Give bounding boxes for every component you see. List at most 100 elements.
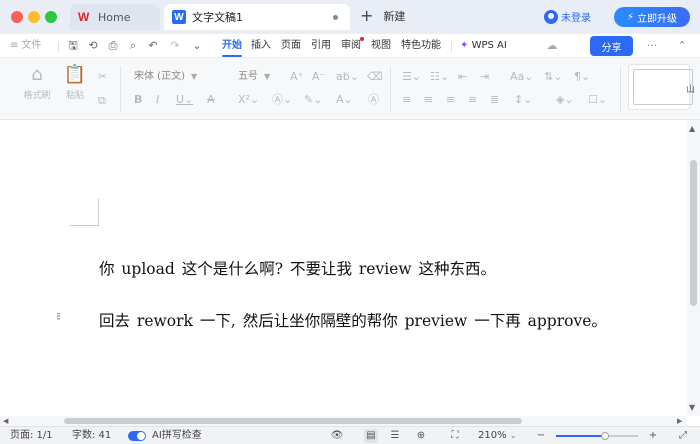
new-tab-button[interactable]: + 新建 bbox=[360, 8, 405, 24]
highlight-icon[interactable]: ✎⌄ bbox=[304, 93, 322, 107]
copy-icon[interactable]: ⧉ bbox=[98, 94, 106, 108]
spellcheck-toggle[interactable] bbox=[128, 431, 146, 441]
format-painter-button[interactable]: ⌂ 格式刷 bbox=[20, 64, 54, 101]
zoom-slider-handle[interactable] bbox=[601, 432, 610, 440]
distributed-icon[interactable]: ≣ bbox=[490, 93, 499, 107]
tab-document[interactable]: W 文字文稿1 bbox=[164, 4, 350, 30]
divider bbox=[620, 66, 621, 112]
title-bar: W Home W 文字文稿1 + 新建 未登录 ⚡ 立即升级 bbox=[0, 0, 700, 34]
font-size-select[interactable]: 五号 ▼ bbox=[238, 69, 278, 85]
menu-item-view[interactable]: 视图 bbox=[371, 39, 391, 53]
undo-icon[interactable]: ↶ bbox=[146, 39, 160, 53]
align-left-icon[interactable]: ≡ bbox=[402, 93, 411, 107]
vertical-scroll-thumb[interactable] bbox=[690, 160, 697, 306]
font-name-select[interactable]: 宋体 (正文) ▼ bbox=[134, 69, 230, 85]
vertical-scrollbar[interactable]: ▲ ▼ bbox=[687, 120, 700, 416]
text-effect-icon[interactable]: Ⓐ⌄ bbox=[272, 93, 292, 107]
scroll-left-icon[interactable]: ◀ bbox=[3, 416, 8, 426]
wps-ai-button[interactable]: ✦ WPS AI bbox=[460, 39, 507, 53]
cloud-sync-icon[interactable]: ⟲ bbox=[86, 39, 100, 53]
save-icon[interactable]: 🖫 bbox=[66, 39, 80, 53]
shading-icon[interactable]: ◈⌄ bbox=[556, 93, 574, 107]
align-center-icon[interactable]: ≡ bbox=[424, 93, 433, 107]
bullet-list-icon[interactable]: ☰⌄ bbox=[402, 70, 421, 84]
fullscreen-icon[interactable]: ⤢ bbox=[676, 429, 690, 443]
web-view-icon[interactable]: ⊕ bbox=[414, 429, 428, 443]
menu-item-page[interactable]: 页面 bbox=[281, 39, 301, 53]
character-border-icon[interactable]: Ⓐ bbox=[368, 93, 379, 107]
cut-icon[interactable]: ✂ bbox=[98, 70, 107, 84]
menu-item-references[interactable]: 引用 bbox=[311, 39, 331, 53]
fit-page-icon[interactable]: ⛶ bbox=[448, 429, 462, 443]
login-label: 未登录 bbox=[561, 13, 591, 24]
collapse-ribbon-icon[interactable]: ⌃ bbox=[675, 39, 689, 53]
zoom-slider[interactable] bbox=[556, 432, 638, 440]
unsaved-dot-icon[interactable] bbox=[333, 15, 338, 20]
upgrade-button[interactable]: ⚡ 立即升级 bbox=[614, 7, 690, 27]
tab-home[interactable]: W Home bbox=[70, 4, 160, 30]
superscript-icon[interactable]: X²⌄ bbox=[238, 93, 259, 107]
new-tab-label: 新建 bbox=[383, 10, 406, 23]
decrease-indent-icon[interactable]: ⇤ bbox=[458, 70, 467, 84]
show-marks-icon[interactable]: ¶⌄ bbox=[574, 70, 590, 84]
justify-icon[interactable]: ≡ bbox=[468, 93, 477, 107]
more-quick-access-icon[interactable]: ⌄ bbox=[190, 39, 204, 53]
phonetic-guide-icon[interactable]: ab⌄ bbox=[336, 70, 359, 84]
format-painter-label: 格式刷 bbox=[23, 91, 51, 101]
horizontal-scrollbar[interactable]: ◀ ▶ bbox=[0, 416, 687, 426]
paragraph[interactable]: 你 upload 这个是什么啊? 不要让我 review 这种东西。 bbox=[99, 257, 496, 279]
strikethrough-icon[interactable]: A bbox=[207, 93, 215, 107]
ai-sparkle-icon: ✦ bbox=[460, 40, 469, 51]
scroll-up-icon[interactable]: ▲ bbox=[689, 124, 695, 133]
font-color-icon[interactable]: A⌄ bbox=[336, 93, 353, 107]
print-icon[interactable]: ⎙ bbox=[106, 39, 120, 53]
numbered-list-icon[interactable]: ☷⌄ bbox=[430, 70, 449, 84]
page-view-icon[interactable]: ▤ bbox=[364, 429, 378, 443]
increase-indent-icon[interactable]: ⇥ bbox=[480, 70, 489, 84]
print-preview-icon[interactable]: ⌕ bbox=[126, 39, 140, 53]
word-count[interactable]: 字数: 41 bbox=[72, 430, 111, 442]
shrink-font-icon[interactable]: A⁻ bbox=[312, 70, 325, 84]
line-spacing-icon[interactable]: ↕⌄ bbox=[514, 93, 532, 107]
file-menu[interactable]: ≡ 文件 bbox=[10, 39, 41, 53]
scroll-down-icon[interactable]: ▼ bbox=[689, 403, 695, 412]
divider bbox=[451, 42, 452, 52]
zoom-in-icon[interactable]: + bbox=[646, 429, 660, 443]
bold-icon[interactable]: B bbox=[134, 93, 142, 107]
grow-font-icon[interactable]: A⁺ bbox=[290, 70, 303, 84]
underline-icon[interactable]: U⌄ bbox=[176, 93, 193, 107]
page-indicator[interactable]: 页面: 1/1 bbox=[10, 430, 53, 442]
cloud-icon[interactable]: ☁ bbox=[545, 39, 559, 53]
maximize-window-button[interactable] bbox=[45, 11, 57, 23]
horizontal-scroll-thumb[interactable] bbox=[64, 418, 522, 424]
chinese-layout-icon[interactable]: Aa⌄ bbox=[510, 70, 533, 84]
zoom-level-value: 210% bbox=[478, 430, 507, 441]
style-preview[interactable]: 山 bbox=[633, 69, 695, 105]
zoom-level[interactable]: 210% ⌄ bbox=[478, 430, 516, 442]
align-right-icon[interactable]: ≡ bbox=[446, 93, 455, 107]
more-icon[interactable]: ··· bbox=[645, 39, 659, 53]
paste-button[interactable]: 📋 粘贴 bbox=[58, 64, 92, 101]
italic-icon[interactable]: I bbox=[156, 93, 159, 107]
share-button[interactable]: 分享 bbox=[590, 36, 633, 56]
drag-handle-icon[interactable]: ⁝⁝ bbox=[56, 311, 61, 323]
scroll-right-icon[interactable]: ▶ bbox=[677, 416, 682, 426]
menu-item-insert[interactable]: 插入 bbox=[251, 39, 271, 53]
style-gallery[interactable]: 山 bbox=[628, 64, 695, 110]
redo-icon[interactable]: ↷ bbox=[168, 39, 182, 53]
login-button[interactable]: 未登录 bbox=[544, 9, 591, 24]
outline-view-icon[interactable]: ☰ bbox=[388, 429, 402, 443]
menu-item-review[interactable]: 审阅 bbox=[341, 37, 364, 53]
sort-icon[interactable]: ⇅⌄ bbox=[544, 70, 562, 84]
menu-item-features[interactable]: 特色功能 bbox=[401, 39, 441, 53]
menu-item-home[interactable]: 开始 bbox=[222, 39, 242, 57]
minimize-window-button[interactable] bbox=[28, 11, 40, 23]
spellcheck-label[interactable]: AI拼写检查 bbox=[152, 430, 202, 442]
paragraph[interactable]: 回去 rework 一下, 然后让坐你隔壁的帮你 preview 一下再 app… bbox=[99, 309, 607, 331]
eye-icon[interactable]: 👁 bbox=[330, 429, 344, 443]
close-window-button[interactable] bbox=[11, 11, 23, 23]
zoom-out-icon[interactable]: − bbox=[534, 429, 548, 443]
clear-format-icon[interactable]: ⌫ bbox=[367, 70, 383, 84]
writer-doc-icon: W bbox=[172, 10, 186, 24]
borders-icon[interactable]: ☐⌄ bbox=[588, 93, 607, 107]
